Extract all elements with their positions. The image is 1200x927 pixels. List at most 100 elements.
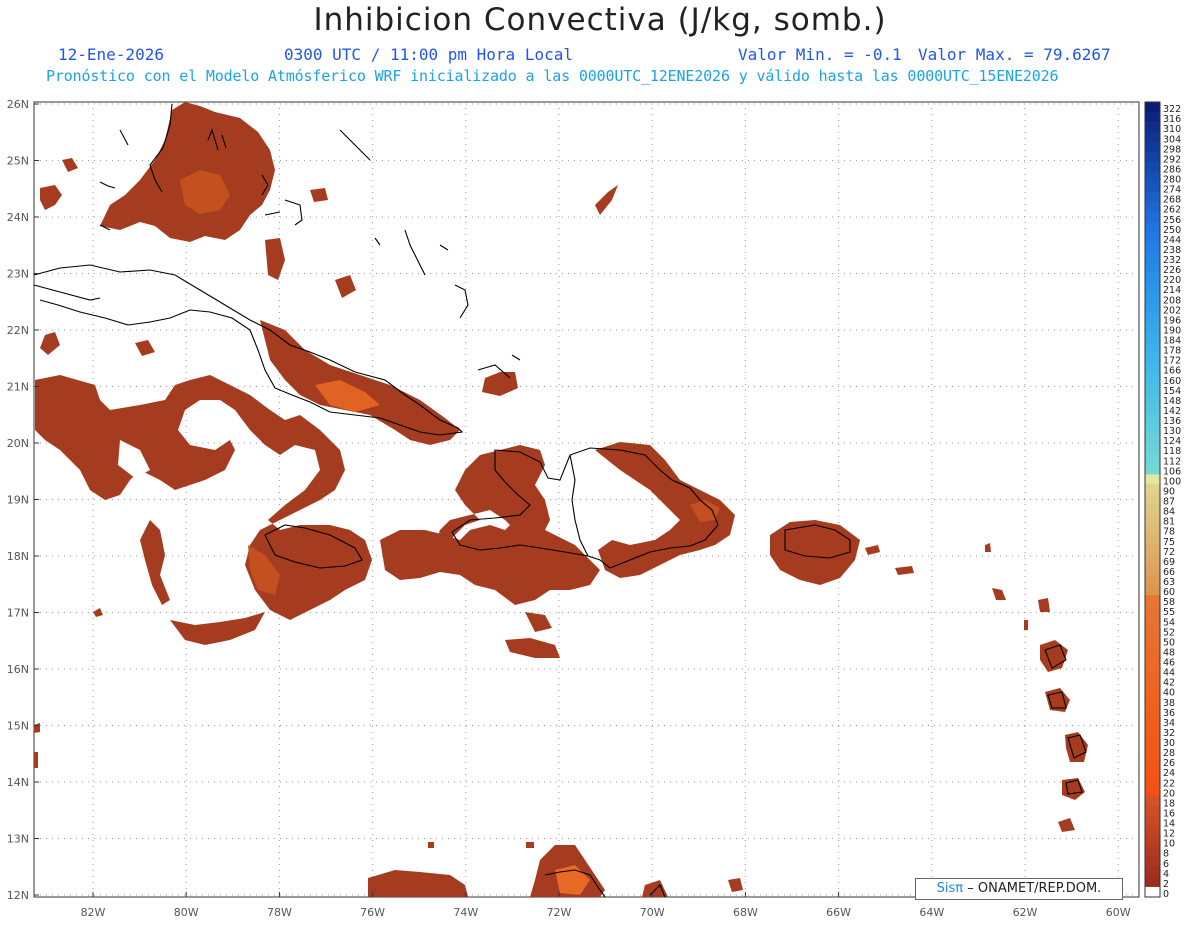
- lon-label: 80W: [174, 906, 199, 919]
- colorbar-swatch: [1145, 283, 1160, 294]
- colorbar-swatch: [1145, 695, 1160, 707]
- colorbar-swatch: [1145, 474, 1160, 485]
- sispi-logo: Sisπ: [936, 881, 964, 896]
- colorbar-swatch: [1145, 544, 1160, 556]
- colorbar-swatch: [1145, 484, 1160, 495]
- lon-label: 72W: [547, 906, 572, 919]
- colorbar-swatch: [1145, 725, 1160, 737]
- colorbar-swatch: [1145, 625, 1160, 636]
- lon-label: 76W: [360, 906, 385, 919]
- lat-label: 13N: [7, 833, 29, 846]
- colorbar-swatch: [1145, 846, 1160, 858]
- colorbar-swatch: [1145, 766, 1160, 777]
- lon-label: 82W: [81, 906, 106, 919]
- colorbar-swatch: [1145, 886, 1160, 898]
- colorbar-swatch: [1145, 383, 1160, 395]
- map-svg: 26N 25N 24N 23N 22N 21N 20N 19N 18N 17N 16N 15N 14N 1…: [7, 98, 1181, 919]
- lat-label: 26N: [7, 98, 29, 111]
- colorbar-swatch: [1145, 645, 1160, 656]
- colorbar-swatch: [1145, 524, 1160, 536]
- lat-label: 14N: [7, 776, 29, 789]
- colorbar-swatch: [1145, 866, 1160, 878]
- colorbar-swatch: [1145, 796, 1160, 807]
- colorbar-swatch: [1145, 746, 1160, 757]
- colorbar-swatch: [1145, 675, 1160, 686]
- colorbar-swatch: [1145, 514, 1160, 525]
- colorbar-swatch: [1145, 313, 1160, 324]
- lat-label: 19N: [7, 494, 29, 507]
- field-patch: [526, 842, 534, 848]
- colorbar-swatch: [1145, 665, 1160, 676]
- lat-label: 18N: [7, 550, 29, 563]
- colorbar-swatch: [1145, 786, 1160, 797]
- colorbar-swatch: [1145, 454, 1160, 465]
- colorbar-swatch: [1145, 112, 1160, 123]
- colorbar-swatch: [1145, 464, 1160, 475]
- colorbar-swatch: [1145, 403, 1160, 415]
- colorbar-swatch: [1145, 373, 1160, 385]
- colorbar-swatch: [1145, 333, 1160, 344]
- lon-label: 66W: [826, 906, 851, 919]
- colorbar-swatch: [1145, 182, 1160, 193]
- colorbar-swatch: [1145, 102, 1160, 113]
- colorbar-swatch: [1145, 444, 1160, 455]
- colorbar-swatch: [1145, 776, 1160, 787]
- field-patch: [428, 842, 434, 848]
- lat-label: 24N: [7, 211, 29, 224]
- lat-label: 12N: [7, 889, 29, 902]
- colorbar-swatch: [1145, 615, 1160, 626]
- colorbar-swatch: [1145, 554, 1160, 566]
- field-patch: [34, 752, 38, 768]
- lat-label: 15N: [7, 720, 29, 733]
- colorbar-swatch: [1145, 202, 1160, 213]
- colorbar-swatch: [1145, 816, 1160, 827]
- colorbar-swatch: [1145, 876, 1160, 888]
- colorbar-swatch: [1145, 806, 1160, 817]
- colorbar-swatch: [1145, 705, 1160, 717]
- colorbar-swatch: [1145, 353, 1160, 364]
- lon-label: 60W: [1106, 906, 1131, 919]
- colorbar-swatch: [1145, 635, 1160, 646]
- colorbar-swatch: [1145, 152, 1160, 163]
- lon-label: 74W: [453, 906, 478, 919]
- field-patch: [1038, 598, 1050, 612]
- colorbar-swatch: [1145, 595, 1160, 606]
- colorbar-swatch: [1145, 232, 1160, 244]
- colorbar-swatch: [1145, 836, 1160, 847]
- colorbar-swatch: [1145, 826, 1160, 837]
- colorbar-swatch: [1145, 735, 1160, 747]
- colorbar-swatch: [1145, 534, 1160, 546]
- credit-text: – ONAMET/REP.DOM.: [967, 881, 1102, 896]
- colorbar-swatch: [1145, 424, 1160, 435]
- colorbar-swatch: [1145, 242, 1160, 254]
- colorbar-swatch: [1145, 564, 1160, 576]
- lat-label: 20N: [7, 437, 29, 450]
- colorbar-swatch: [1145, 162, 1160, 173]
- colorbar-swatch: [1145, 363, 1160, 375]
- colorbar-swatch: [1145, 685, 1160, 697]
- colorbar-swatch: [1145, 293, 1160, 304]
- colorbar-swatch: [1145, 504, 1160, 515]
- colorbar-swatch: [1145, 856, 1160, 868]
- colorbar-swatch: [1145, 413, 1160, 425]
- lat-label: 21N: [7, 381, 29, 394]
- colorbar-swatch: [1145, 585, 1160, 596]
- colorbar-swatch: [1145, 756, 1160, 767]
- colorbar-swatch: [1145, 494, 1160, 505]
- colorbar-swatch: [1145, 574, 1160, 586]
- colorbar-swatch: [1145, 122, 1160, 133]
- colorbar-label: 0: [1163, 889, 1169, 900]
- colorbar-swatch: [1145, 434, 1160, 445]
- colorbar-swatch: [1145, 605, 1160, 616]
- field-patch: [1024, 620, 1028, 630]
- colorbar-swatch: [1145, 132, 1160, 143]
- colorbar-swatch: [1145, 273, 1160, 284]
- colorbar-swatch: [1145, 252, 1160, 264]
- lat-label: 17N: [7, 607, 29, 620]
- lon-label: 68W: [733, 906, 758, 919]
- colorbar-swatch: [1145, 172, 1160, 183]
- lat-label: 16N: [7, 663, 29, 676]
- lat-label: 25N: [7, 155, 29, 168]
- colorbar-swatch: [1145, 222, 1160, 234]
- colorbar-swatch: [1145, 142, 1160, 153]
